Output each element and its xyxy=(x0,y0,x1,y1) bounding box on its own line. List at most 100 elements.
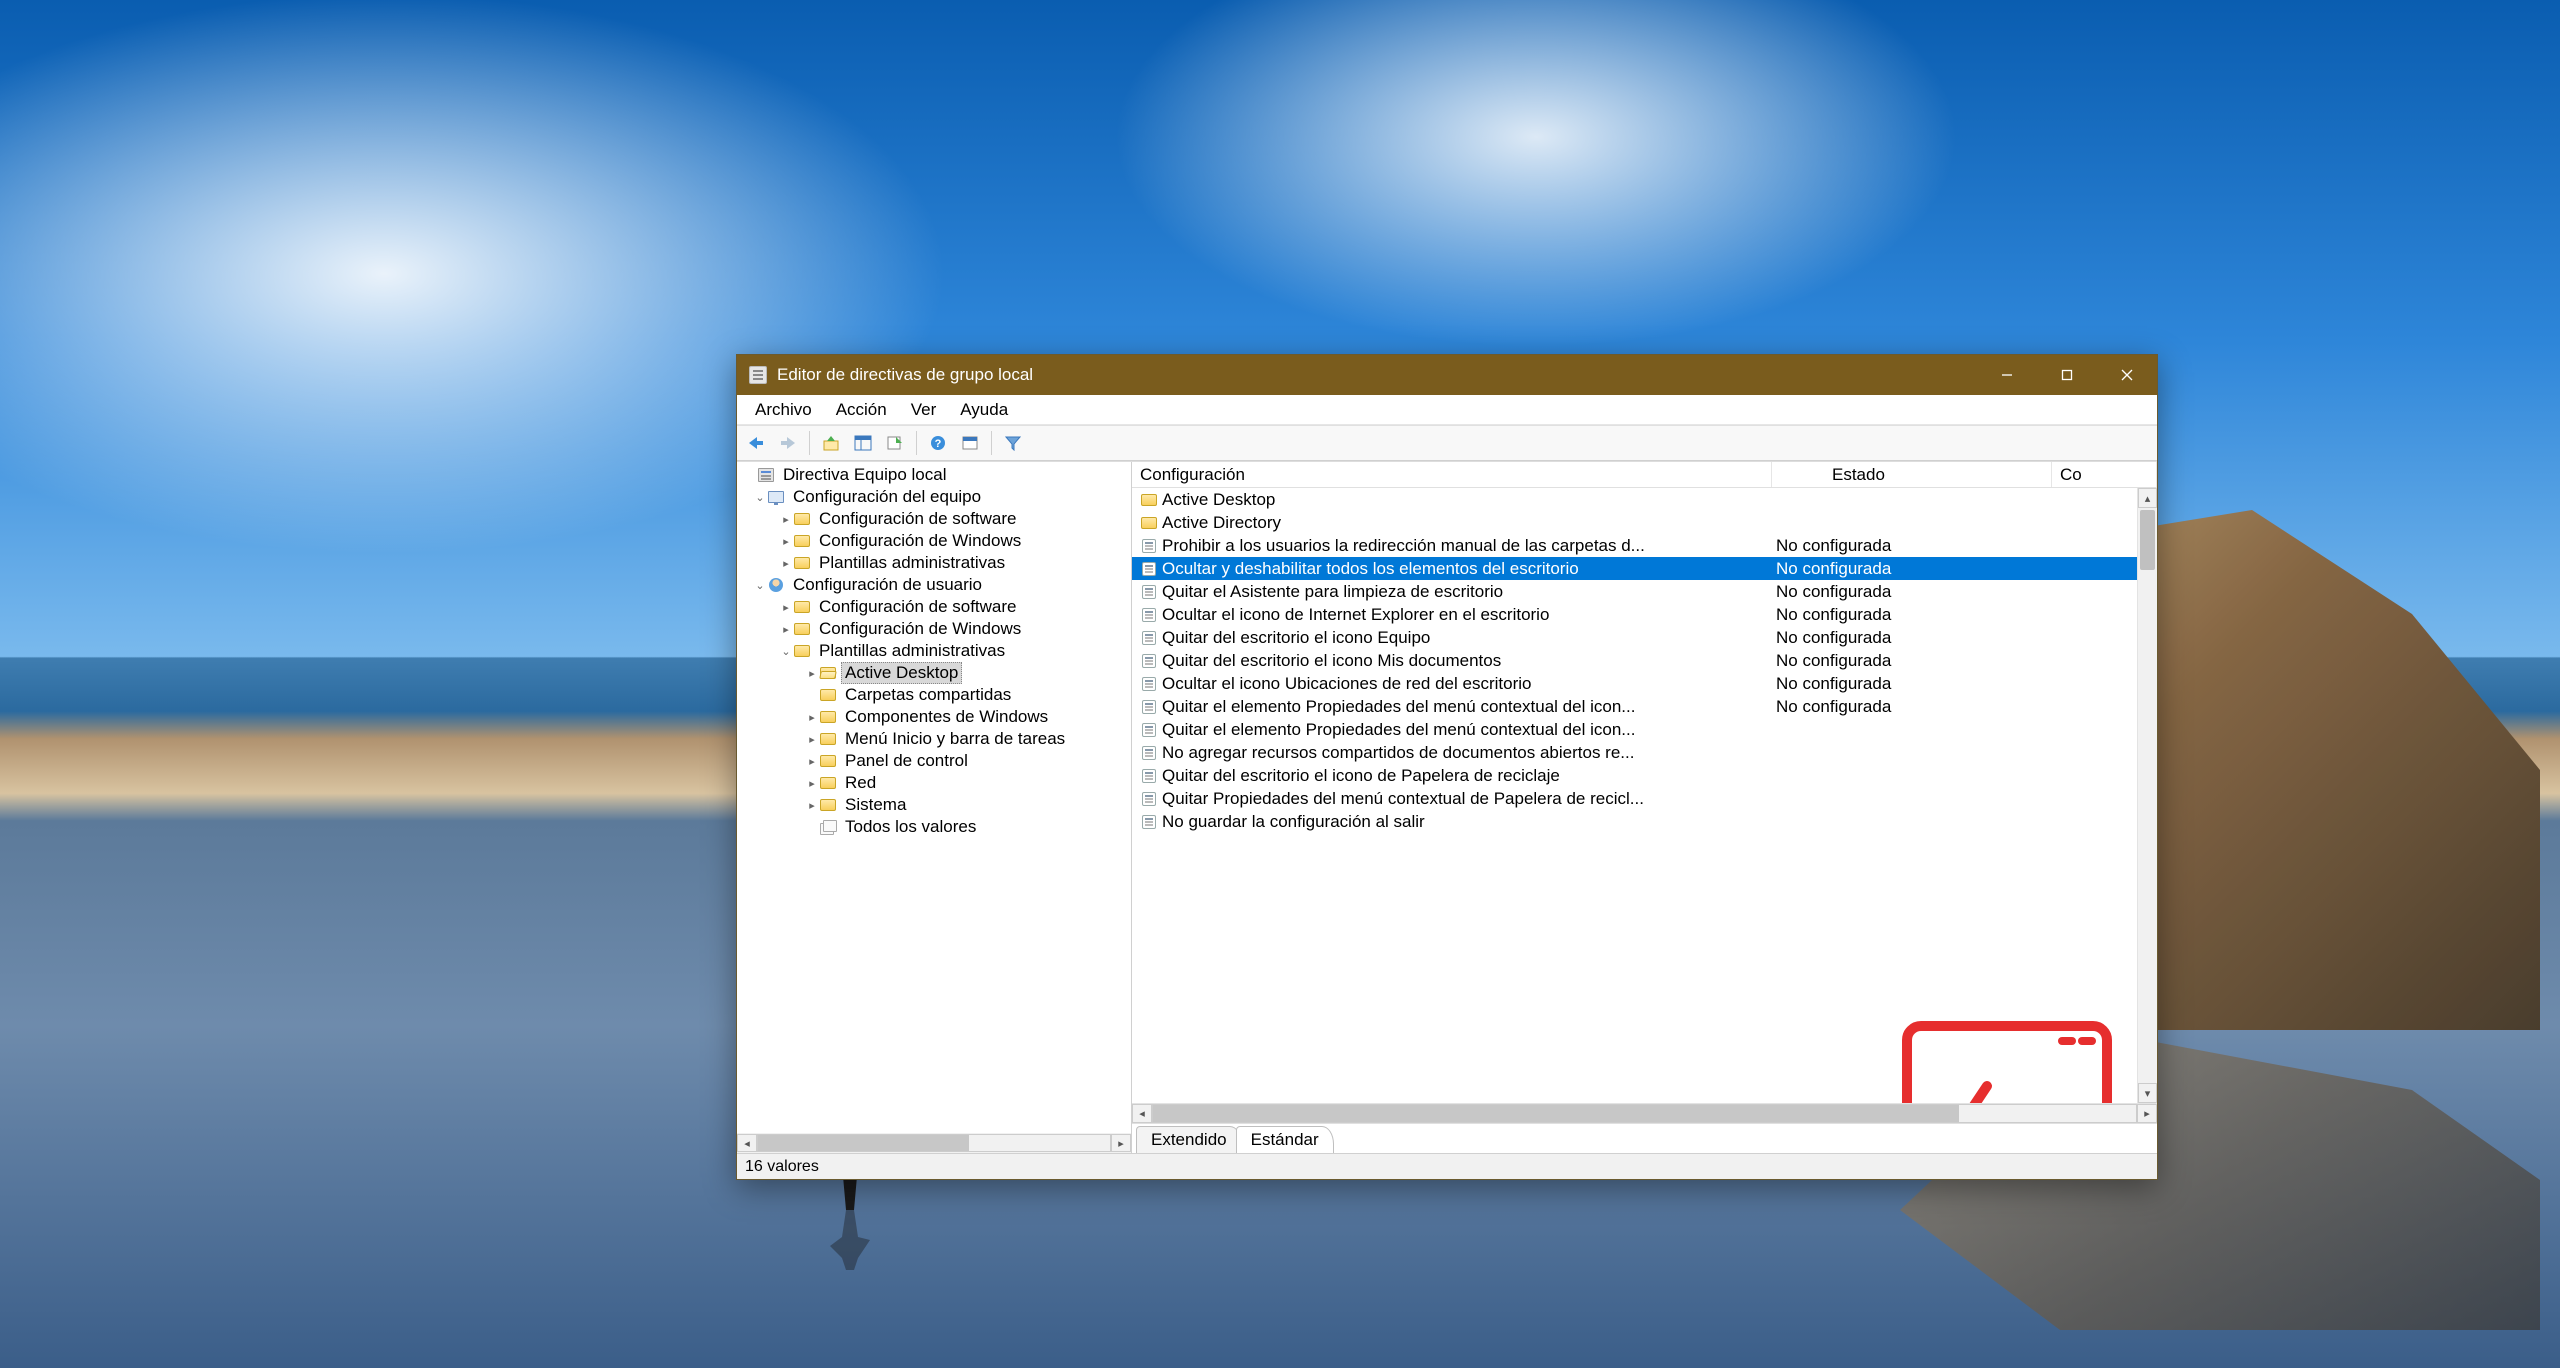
list-row[interactable]: Quitar del escritorio el icono Mis docum… xyxy=(1132,649,2137,672)
export-list-button[interactable] xyxy=(880,429,910,457)
chevron-right-icon[interactable]: ▸ xyxy=(805,755,819,768)
column-state[interactable]: Estado xyxy=(1772,462,2052,487)
chevron-right-icon[interactable]: ▸ xyxy=(805,667,819,680)
scroll-thumb[interactable] xyxy=(2140,510,2155,570)
up-button[interactable] xyxy=(816,429,846,457)
tree-all-settings[interactable]: ▸ Todos los valores xyxy=(737,816,1131,838)
chevron-right-icon[interactable]: ▸ xyxy=(779,601,793,614)
list-item-label: Prohibir a los usuarios la redirección m… xyxy=(1160,536,1772,556)
tree-shared-folders[interactable]: ▸ Carpetas compartidas xyxy=(737,684,1131,706)
titlebar[interactable]: Editor de directivas de grupo local xyxy=(737,355,2157,395)
status-count: 16 valores xyxy=(745,1158,819,1176)
tree-cc-templates[interactable]: ▸ Plantillas administrativas xyxy=(737,552,1131,574)
list-item-label: Active Desktop xyxy=(1160,490,1772,510)
list-item-label: Ocultar y deshabilitar todos los element… xyxy=(1160,559,1772,579)
list-row[interactable]: Quitar del escritorio el icono de Papele… xyxy=(1132,764,2137,787)
list-row[interactable]: Quitar Propiedades del menú contextual d… xyxy=(1132,787,2137,810)
menu-view[interactable]: Ver xyxy=(899,396,949,424)
minimize-button[interactable] xyxy=(1977,355,2037,395)
list-row[interactable]: Ocultar el icono de Internet Explorer en… xyxy=(1132,603,2137,626)
tree-uc-software[interactable]: ▸ Configuración de software xyxy=(737,596,1131,618)
tree-control-panel[interactable]: ▸ Panel de control xyxy=(737,750,1131,772)
tree-active-desktop[interactable]: ▸ Active Desktop xyxy=(737,662,1131,684)
chevron-right-icon[interactable]: ▸ xyxy=(805,777,819,790)
tree-user-config[interactable]: ⌄ Configuración de usuario xyxy=(737,574,1131,596)
list-row[interactable]: Active Desktop xyxy=(1132,488,2137,511)
chevron-down-icon[interactable]: ⌄ xyxy=(753,491,767,504)
close-button[interactable] xyxy=(2097,355,2157,395)
list-row[interactable]: Ocultar y deshabilitar todos los element… xyxy=(1132,557,2137,580)
chevron-right-icon[interactable]: ▸ xyxy=(779,513,793,526)
column-comment[interactable]: Co xyxy=(2052,462,2157,487)
tree-hscrollbar[interactable]: ◂ ▸ xyxy=(737,1133,1131,1153)
setting-icon xyxy=(1138,631,1160,645)
column-config[interactable]: Configuración xyxy=(1132,462,1772,487)
list-item-label: Ocultar el icono de Internet Explorer en… xyxy=(1160,605,1772,625)
list-row[interactable]: Quitar el Asistente para limpieza de esc… xyxy=(1132,580,2137,603)
list-item-label: Quitar el elemento Propiedades del menú … xyxy=(1160,697,1772,717)
toolbar-separator xyxy=(809,431,810,455)
menu-help[interactable]: Ayuda xyxy=(948,396,1020,424)
tree-root[interactable]: ▶ Directiva Equipo local xyxy=(737,464,1131,486)
scroll-right-icon[interactable]: ▸ xyxy=(1111,1134,1131,1152)
help-button[interactable]: ? xyxy=(923,429,953,457)
tree-computer-config[interactable]: ⌄ Configuración del equipo xyxy=(737,486,1131,508)
properties-button[interactable] xyxy=(955,429,985,457)
tab-standard[interactable]: Estándar xyxy=(1236,1126,1334,1153)
setting-icon xyxy=(1138,677,1160,691)
svg-text:?: ? xyxy=(935,438,942,450)
maximize-button[interactable] xyxy=(2037,355,2097,395)
show-hide-tree-button[interactable] xyxy=(848,429,878,457)
menu-action[interactable]: Acción xyxy=(824,396,899,424)
back-button[interactable] xyxy=(741,429,771,457)
list-row[interactable]: Quitar el elemento Propiedades del menú … xyxy=(1132,718,2137,741)
list-item-label: Quitar el elemento Propiedades del menú … xyxy=(1160,720,1772,740)
tree-win-components[interactable]: ▸ Componentes de Windows xyxy=(737,706,1131,728)
tree-uc-windows[interactable]: ▸ Configuración de Windows xyxy=(737,618,1131,640)
forward-button[interactable] xyxy=(773,429,803,457)
list-vscrollbar[interactable]: ▴ ▾ xyxy=(2137,488,2157,1103)
tree-cc-windows[interactable]: ▸ Configuración de Windows xyxy=(737,530,1131,552)
list-item-label: Quitar Propiedades del menú contextual d… xyxy=(1160,789,1772,809)
list-row[interactable]: Prohibir a los usuarios la redirección m… xyxy=(1132,534,2137,557)
chevron-right-icon[interactable]: ▸ xyxy=(779,535,793,548)
chevron-right-icon[interactable]: ▸ xyxy=(779,557,793,570)
folder-icon xyxy=(793,643,811,659)
list-item-state: No configurada xyxy=(1772,628,2052,648)
filter-button[interactable] xyxy=(998,429,1028,457)
scroll-left-icon[interactable]: ◂ xyxy=(1132,1104,1152,1123)
scroll-thumb[interactable] xyxy=(1153,1105,1959,1122)
scroll-up-icon[interactable]: ▴ xyxy=(2138,488,2157,508)
list-row[interactable]: Quitar del escritorio el icono EquipoNo … xyxy=(1132,626,2137,649)
list-row[interactable]: No guardar la configuración al salir xyxy=(1132,810,2137,833)
list-item-label: Ocultar el icono Ubicaciones de red del … xyxy=(1160,674,1772,694)
list-item-label: No agregar recursos compartidos de docum… xyxy=(1160,743,1772,763)
list-row[interactable]: Quitar el elemento Propiedades del menú … xyxy=(1132,695,2137,718)
chevron-right-icon[interactable]: ▸ xyxy=(779,623,793,636)
tree-cc-software[interactable]: ▸ Configuración de software xyxy=(737,508,1131,530)
chevron-right-icon[interactable]: ▸ xyxy=(805,711,819,724)
tree-system[interactable]: ▸ Sistema xyxy=(737,794,1131,816)
tree-uc-templates[interactable]: ⌄ Plantillas administrativas xyxy=(737,640,1131,662)
chevron-right-icon[interactable]: ▸ xyxy=(805,799,819,812)
tree-network[interactable]: ▸ Red xyxy=(737,772,1131,794)
list-hscrollbar[interactable]: ◂ ▸ xyxy=(1132,1103,2157,1123)
scroll-thumb[interactable] xyxy=(758,1135,969,1151)
chevron-down-icon[interactable]: ⌄ xyxy=(753,579,767,592)
list-row[interactable]: Ocultar el icono Ubicaciones de red del … xyxy=(1132,672,2137,695)
tree-pane: ▶ Directiva Equipo local ⌄ Configuración… xyxy=(737,462,1132,1153)
chevron-right-icon[interactable]: ▸ xyxy=(805,733,819,746)
tab-extended[interactable]: Extendido xyxy=(1136,1126,1242,1153)
list-row[interactable]: No agregar recursos compartidos de docum… xyxy=(1132,741,2137,764)
menu-file[interactable]: Archivo xyxy=(743,396,824,424)
list-row[interactable]: Active Directory xyxy=(1132,511,2137,534)
tree[interactable]: ▶ Directiva Equipo local ⌄ Configuración… xyxy=(737,462,1131,1133)
scroll-left-icon[interactable]: ◂ xyxy=(737,1134,757,1152)
scroll-right-icon[interactable]: ▸ xyxy=(2137,1104,2157,1123)
chevron-down-icon[interactable]: ⌄ xyxy=(779,645,793,658)
setting-icon xyxy=(1138,700,1160,714)
scroll-down-icon[interactable]: ▾ xyxy=(2138,1083,2157,1103)
list-item-state: No configurada xyxy=(1772,536,2052,556)
list-header: Configuración Estado Co xyxy=(1132,462,2157,488)
tree-start-taskbar[interactable]: ▸ Menú Inicio y barra de tareas xyxy=(737,728,1131,750)
